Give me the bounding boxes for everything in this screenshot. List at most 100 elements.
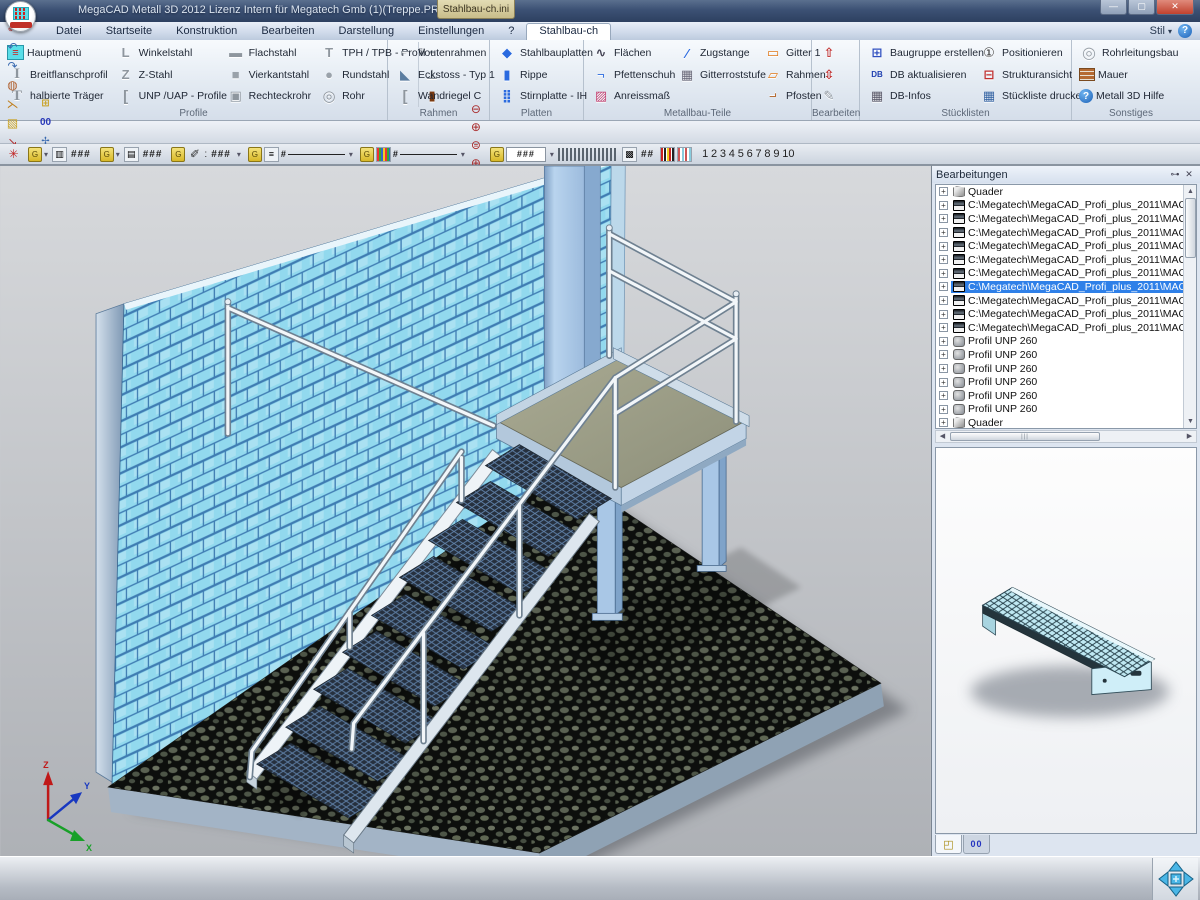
- scrollbar-thumb[interactable]: [1185, 198, 1196, 258]
- pen-bars-icon[interactable]: [660, 147, 675, 162]
- menu-help[interactable]: ?: [496, 24, 526, 38]
- expand-icon[interactable]: +: [939, 364, 948, 373]
- menu-stahlbau-ch[interactable]: Stahlbau-ch: [526, 23, 611, 40]
- flaechen-button[interactable]: Flächen: [588, 42, 672, 64]
- tree-item[interactable]: + C:\Megatech\MegaCAD_Profi_plus_2011\MA…: [936, 321, 1183, 335]
- color-grid-icon[interactable]: [376, 147, 391, 162]
- expand-icon[interactable]: +: [939, 255, 948, 264]
- positionieren-button[interactable]: Positionieren: [976, 42, 1074, 64]
- menu-konstruktion[interactable]: Konstruktion: [164, 24, 249, 38]
- pin-icon[interactable]: ⊶: [1168, 168, 1182, 181]
- tree-vertical-scrollbar[interactable]: ▲ ▼: [1183, 185, 1196, 428]
- find-doc-icon[interactable]: ◍: [3, 75, 22, 94]
- tab-preview[interactable]: ◰: [935, 835, 962, 854]
- color-swatch[interactable]: [558, 148, 560, 161]
- measure-icon[interactable]: ⋋: [3, 94, 22, 113]
- z-stahl-button[interactable]: Z-Stahl: [113, 64, 221, 86]
- db-infos-button[interactable]: DB-Infos: [864, 85, 974, 107]
- view-preset-button[interactable]: 10: [782, 148, 794, 160]
- expand-icon[interactable]: +: [939, 378, 948, 387]
- tree-item[interactable]: + Profil UNP 260: [936, 348, 1183, 362]
- color-swatch[interactable]: [614, 148, 616, 161]
- winkelstahl-button[interactable]: Winkelstahl: [113, 42, 221, 64]
- scroll-up-icon[interactable]: ▲: [1184, 185, 1197, 198]
- color-swatch[interactable]: [586, 148, 588, 161]
- expand-icon[interactable]: +: [939, 405, 948, 414]
- pen-style-button[interactable]: ✐: [185, 145, 204, 164]
- color-swatch[interactable]: [606, 148, 608, 161]
- megacad-logo[interactable]: [5, 1, 36, 32]
- box-select-icon[interactable]: ▧: [3, 113, 22, 132]
- stahlbauplatten-button[interactable]: Stahlbauplatten: [494, 42, 596, 64]
- zoom-button[interactable]: ⊕: [467, 118, 485, 136]
- close-button[interactable]: ✕: [1156, 0, 1194, 15]
- color-swatch[interactable]: [610, 148, 612, 161]
- voutenrahmen-button[interactable]: Voutenrahmen: [392, 42, 498, 64]
- tree-item[interactable]: + C:\Megatech\MegaCAD_Profi_plus_2011\MA…: [936, 280, 1183, 294]
- zoom-button[interactable]: ⊜: [467, 136, 485, 154]
- minimize-button[interactable]: —: [1100, 0, 1127, 15]
- tree-item[interactable]: + Profil UNP 260: [936, 375, 1183, 389]
- tab-positions[interactable]: 00: [963, 835, 990, 854]
- unp-uap-profile-button[interactable]: UNP /UAP - Profile: [113, 85, 221, 107]
- lock-pen-icon[interactable]: G: [171, 147, 185, 162]
- expand-icon[interactable]: +: [939, 418, 948, 427]
- expand-icon[interactable]: +: [939, 323, 948, 332]
- flachstahl-button[interactable]: Flachstahl: [223, 42, 314, 64]
- menu-startseite[interactable]: Startseite: [94, 24, 164, 38]
- help-icon[interactable]: ?: [1178, 24, 1192, 38]
- menu-bearbeiten[interactable]: Bearbeiten: [249, 24, 326, 38]
- menu-einstellungen[interactable]: Einstellungen: [406, 24, 496, 38]
- scroll-left-icon[interactable]: ◀: [936, 431, 949, 442]
- expand-icon[interactable]: +: [939, 242, 948, 251]
- tree-item[interactable]: + C:\Megatech\MegaCAD_Profi_plus_2011\MA…: [936, 226, 1183, 240]
- pfosten-button[interactable]: Pfosten: [760, 85, 812, 107]
- expand-icon[interactable]: +: [939, 391, 948, 400]
- rahmen-button[interactable]: Rahmen: [760, 64, 812, 86]
- pins-icon[interactable]: 00: [36, 113, 55, 132]
- stueckliste-drucken-button[interactable]: Stückliste drucken: [976, 85, 1074, 107]
- tree-item[interactable]: + Profil UNP 260: [936, 389, 1183, 403]
- color-swatch[interactable]: [590, 148, 592, 161]
- view-preset-button[interactable]: 4: [729, 148, 735, 160]
- db-aktualisieren-button[interactable]: DB aktualisieren: [864, 64, 974, 86]
- menu-darstellung[interactable]: Darstellung: [327, 24, 407, 38]
- color-swatch[interactable]: [582, 148, 584, 161]
- color-swatch[interactable]: [562, 148, 564, 161]
- tree-item[interactable]: + Profil UNP 260: [936, 335, 1183, 349]
- expand-icon[interactable]: +: [939, 350, 948, 359]
- gitter1-button[interactable]: Gitter 1: [760, 42, 812, 64]
- line-type-preview[interactable]: #: [393, 148, 457, 161]
- rohrleitungsbau-button[interactable]: Rohrleitungsbau: [1076, 42, 1181, 64]
- color-swatch[interactable]: [570, 148, 572, 161]
- color-swatch[interactable]: [574, 148, 576, 161]
- menu-datei[interactable]: Datei: [44, 24, 94, 38]
- gitterroststufe-button[interactable]: Gitterroststufe: [674, 64, 758, 86]
- lock-group1-icon[interactable]: G: [28, 147, 42, 162]
- color-swatch[interactable]: [602, 148, 604, 161]
- ini-file-tab[interactable]: Stahlbau-ch.ini: [437, 0, 515, 19]
- color-swatch[interactable]: [598, 148, 600, 161]
- layer-bars-icon[interactable]: [677, 147, 692, 162]
- tree-item[interactable]: + Profil UNP 260: [936, 362, 1183, 376]
- group2-mode-icon[interactable]: ▤: [124, 147, 139, 162]
- tree-item[interactable]: + C:\Megatech\MegaCAD_Profi_plus_2011\MA…: [936, 239, 1183, 253]
- hscrollbar-thumb[interactable]: |||: [950, 432, 1100, 441]
- panel-close-icon[interactable]: ✕: [1182, 168, 1196, 181]
- expand-icon[interactable]: +: [939, 214, 948, 223]
- expand-icon[interactable]: +: [939, 187, 948, 196]
- expand-icon[interactable]: +: [939, 269, 948, 278]
- rechteckrohr-button[interactable]: Rechteckrohr: [223, 85, 314, 107]
- anreissmass-button[interactable]: Anreissmaß: [588, 85, 672, 107]
- line-width-preview[interactable]: #: [281, 148, 345, 161]
- color-swatch[interactable]: [578, 148, 580, 161]
- mauer-button[interactable]: Mauer: [1076, 64, 1181, 86]
- tree-item[interactable]: + Quader: [936, 416, 1183, 428]
- expand-icon[interactable]: +: [939, 337, 948, 346]
- eckstoss-typ1-button[interactable]: Eckstoss - Typ 1: [392, 64, 498, 86]
- scroll-right-icon[interactable]: ▶: [1183, 431, 1196, 442]
- expand-icon[interactable]: +: [939, 201, 948, 210]
- tree-item[interactable]: + C:\Megatech\MegaCAD_Profi_plus_2011\MA…: [936, 307, 1183, 321]
- traeger-verlaengern-button[interactable]: [816, 42, 845, 64]
- tree-item[interactable]: + C:\Megatech\MegaCAD_Profi_plus_2011\MA…: [936, 253, 1183, 267]
